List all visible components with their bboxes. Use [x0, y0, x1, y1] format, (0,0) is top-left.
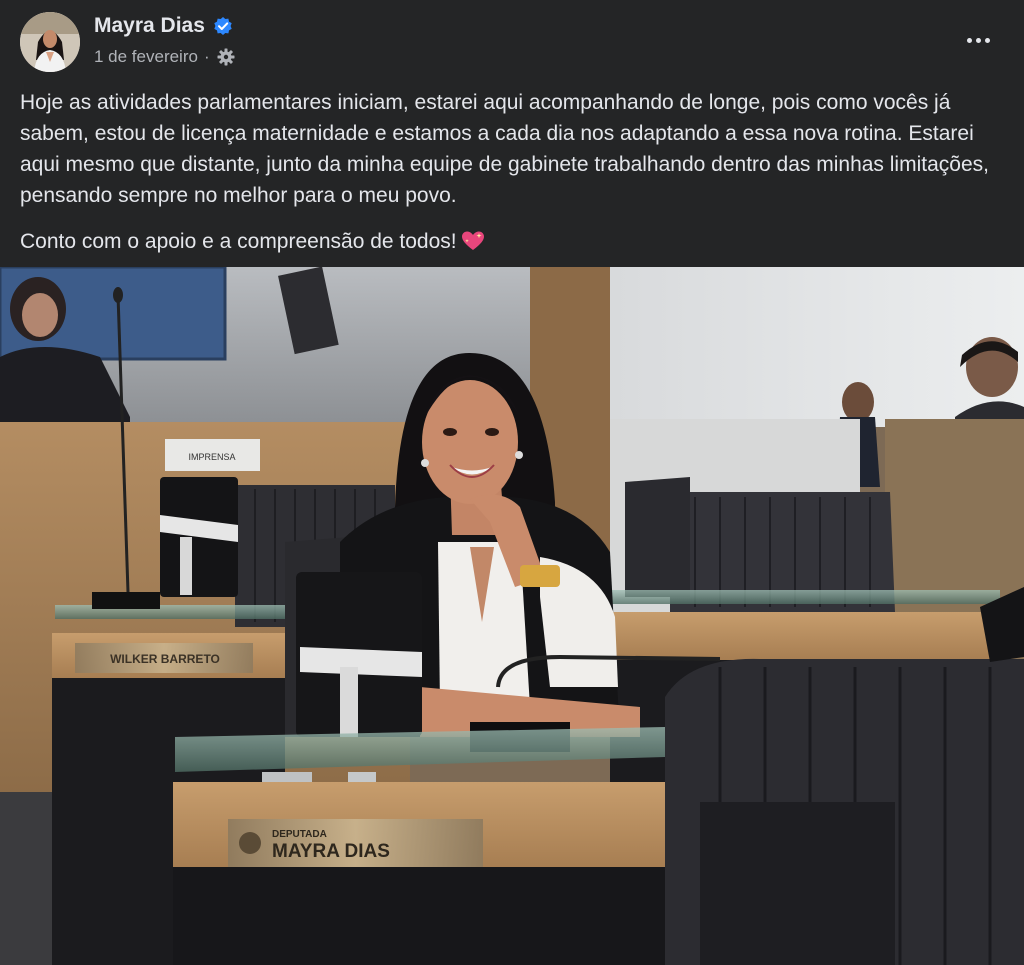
post-photo[interactable]: IMPRENSA WILKER BARRETO DEPUTADA MAYRA D… [0, 267, 1024, 965]
gear-icon[interactable] [216, 47, 236, 67]
author-name[interactable]: Mayra Dias [94, 14, 205, 38]
photo-front-nameplate-name: MAYRA DIAS [272, 841, 390, 862]
photo-scene: IMPRENSA WILKER BARRETO DEPUTADA MAYRA D… [0, 267, 1024, 965]
sparkling-heart-icon [461, 231, 484, 250]
avatar[interactable] [20, 12, 80, 72]
post-text: Hoje as atividades parlamentares iniciam… [20, 87, 1000, 272]
post-paragraph-last: Conto com o apoio e a compreensão de tod… [20, 226, 1000, 257]
post-paragraph-text: Conto com o apoio e a compreensão de tod… [20, 230, 457, 253]
more-dot [975, 37, 981, 43]
avatar-image [20, 12, 80, 72]
facebook-post: Mayra Dias 1 de fevereiro · Hoje as ativ… [0, 0, 1024, 965]
verified-badge-icon [214, 17, 232, 35]
post-header: Mayra Dias 1 de fevereiro · [0, 0, 1024, 80]
author-line: Mayra Dias [94, 14, 233, 38]
photo-back-nameplate: WILKER BARRETO [110, 652, 220, 666]
more-dot [984, 37, 990, 43]
post-date[interactable]: 1 de fevereiro [94, 47, 198, 67]
photo-sign-text: IMPRENSA [188, 452, 235, 462]
post-meta: 1 de fevereiro · [94, 47, 236, 67]
photo-front-nameplate-title: DEPUTADA [272, 829, 327, 840]
meta-separator: · [203, 47, 210, 66]
more-dot [966, 37, 972, 43]
more-options-icon[interactable] [958, 24, 998, 56]
post-paragraph: Hoje as atividades parlamentares iniciam… [20, 91, 989, 207]
